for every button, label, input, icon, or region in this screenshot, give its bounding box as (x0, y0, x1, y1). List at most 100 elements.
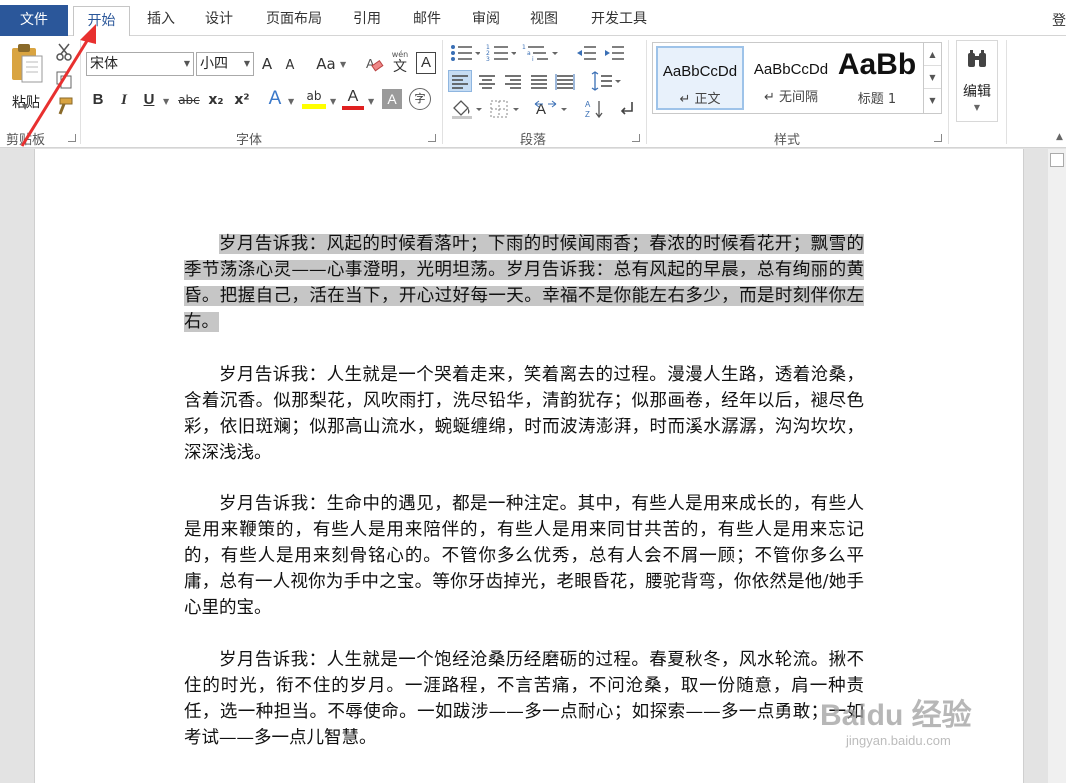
tab-home[interactable]: 开始 (73, 6, 130, 37)
group-label-clipboard: 剪贴板 (6, 133, 46, 148)
font-name-value: 宋体 (90, 56, 118, 72)
paragraph-2[interactable]: 岁月告诉我：人生就是一个哭着走来，笑着离去的过程。漫漫人生路，透着沧桑，含着沉香… (184, 362, 864, 466)
divider (646, 40, 647, 144)
style-heading-1[interactable]: AaBb 标题 1 (837, 46, 917, 110)
divider (442, 40, 443, 144)
tab-layout[interactable]: 页面布局 (256, 5, 332, 36)
numbering-icon[interactable]: 123 (486, 44, 516, 62)
font-size-select[interactable]: 小四 ▼ (196, 52, 254, 76)
gallery-down-icon[interactable]: ▼ (924, 66, 941, 89)
styles-launcher-icon[interactable] (934, 134, 942, 142)
divider (948, 40, 949, 144)
highlight-button[interactable]: ab (302, 88, 326, 112)
paragraph-4[interactable]: 岁月告诉我：人生就是一个饱经沧桑历经磨砺的过程。春夏秋冬，风水轮流。揪不住的时光… (184, 647, 864, 751)
group-label-font: 字体 (236, 133, 263, 148)
enclose-characters-char: 字 (414, 92, 426, 105)
clear-format-icon[interactable]: A (364, 54, 384, 74)
font-color-swatch (342, 106, 364, 110)
copy-icon[interactable] (54, 70, 74, 90)
chevron-down-icon: ▼ (288, 97, 295, 106)
shrink-font-button[interactable]: A (282, 55, 298, 77)
multilevel-list-icon[interactable]: 1ai (522, 44, 558, 62)
scroll-thumb[interactable] (1050, 153, 1064, 167)
gallery-up-icon[interactable]: ▲ (924, 43, 941, 66)
group-label-styles: 样式 (774, 133, 801, 148)
tab-mailings[interactable]: 邮件 (404, 5, 450, 36)
style-normal-name: ↵ 正文 (679, 92, 721, 107)
grow-font-button[interactable]: A (258, 53, 276, 75)
shading-icon[interactable] (450, 98, 484, 120)
increase-indent-icon[interactable] (604, 44, 626, 62)
paste-button[interactable]: 粘贴 ▼ (6, 42, 46, 114)
show-marks-icon[interactable] (616, 98, 636, 120)
phonetic-guide-top: wén (391, 50, 409, 59)
collapse-ribbon-icon[interactable]: ▲ (1056, 132, 1063, 142)
tab-references[interactable]: 引用 (344, 5, 390, 36)
style-heading-1-sample: AaBb (837, 48, 917, 81)
align-left-icon (452, 75, 468, 89)
style-no-spacing[interactable]: AaBbCcDd ↵ 无间隔 (747, 46, 835, 110)
style-normal[interactable]: AaBbCcDd ↵ 正文 (656, 46, 744, 110)
distributed-icon[interactable] (554, 71, 576, 91)
tab-review[interactable]: 审阅 (463, 5, 509, 36)
word-window: 文件 开始 插入 设计 页面布局 引用 邮件 审阅 视图 开发工具 登 粘贴 ▼ (0, 0, 1066, 783)
chevron-down-icon: ▼ (973, 103, 981, 112)
svg-text:3: 3 (486, 56, 490, 62)
justify-icon[interactable] (528, 71, 550, 91)
italic-button[interactable]: I (116, 89, 132, 111)
highlight-swatch (302, 104, 326, 109)
underline-button[interactable]: U (141, 89, 157, 111)
font-launcher-icon[interactable] (428, 134, 436, 142)
align-left-button[interactable] (448, 70, 472, 92)
character-border-char: A (420, 54, 431, 71)
login-link[interactable]: 登 (1052, 10, 1066, 30)
paragraph-3[interactable]: 岁月告诉我：生命中的遇见，都是一种注定。其中，有些人是用来成长的，有些人是用来鞭… (184, 491, 864, 621)
chinese-layout-icon[interactable]: A (534, 98, 570, 120)
subscript-button[interactable]: x₂ (206, 89, 226, 111)
change-case-button[interactable]: Aa (314, 53, 338, 75)
editing-button[interactable]: 编辑 ▼ (956, 40, 998, 122)
chevron-down-icon: ▼ (243, 59, 250, 68)
bullets-icon[interactable] (450, 44, 480, 62)
divider (80, 40, 81, 144)
font-color-button[interactable]: A (342, 88, 364, 112)
cut-icon[interactable] (54, 42, 74, 62)
phonetic-guide-button[interactable]: wén 文 (390, 50, 410, 76)
tab-insert[interactable]: 插入 (138, 5, 184, 36)
style-normal-sample: AaBbCcDd (662, 63, 738, 80)
align-center-icon[interactable] (476, 71, 498, 91)
watermark-url: jingyan.baidu.com (846, 733, 951, 748)
strikethrough-button[interactable]: abc (176, 89, 202, 111)
svg-text:Z: Z (585, 110, 590, 119)
text-effects-button[interactable]: A (266, 88, 284, 110)
selected-text: 岁月告诉我：风起的时候看落叶；下雨的时候闻雨香；春浓的时候看花开；飘雪的季节荡涤… (184, 234, 864, 332)
font-name-select[interactable]: 宋体 ▼ (86, 52, 194, 76)
enclose-characters-button[interactable]: 字 (409, 88, 431, 110)
tab-developer[interactable]: 开发工具 (582, 5, 656, 36)
line-spacing-icon[interactable] (588, 71, 622, 91)
ribbon-home: 粘贴 ▼ 剪贴板 宋体 ▼ 小四 ▼ A A Aa ▼ A wén 文 A B … (0, 36, 1066, 148)
paragraph-launcher-icon[interactable] (632, 134, 640, 142)
clipboard-launcher-icon[interactable] (68, 134, 76, 142)
style-no-spacing-sample: AaBbCcDd (753, 61, 829, 78)
tab-file[interactable]: 文件 (0, 5, 68, 36)
format-painter-icon[interactable] (54, 96, 74, 116)
character-shading-button[interactable]: A (382, 89, 402, 109)
tab-design[interactable]: 设计 (196, 5, 242, 36)
editing-label: 编辑 (963, 84, 991, 100)
style-heading-1-name: 标题 1 (857, 92, 897, 107)
vertical-scrollbar[interactable] (1048, 149, 1066, 783)
gallery-more-icon[interactable]: ▼ (924, 89, 941, 112)
tab-view[interactable]: 视图 (521, 5, 567, 36)
chevron-down-icon: ▼ (330, 97, 337, 106)
align-right-icon[interactable] (502, 71, 524, 91)
paragraph-1-selected[interactable]: 岁月告诉我：风起的时候看落叶；下雨的时候闻雨香；春浓的时候看花开；飘雪的季节荡涤… (184, 231, 864, 335)
borders-icon[interactable] (488, 98, 522, 120)
character-border-button[interactable]: A (416, 52, 436, 74)
superscript-button[interactable]: x² (232, 89, 252, 111)
bold-button[interactable]: B (90, 89, 106, 111)
chevron-down-icon: ▼ (22, 102, 29, 111)
decrease-indent-icon[interactable] (576, 44, 598, 62)
sort-icon[interactable]: AZ (584, 98, 606, 120)
ribbon-tab-bar: 文件 开始 插入 设计 页面布局 引用 邮件 审阅 视图 开发工具 登 (0, 0, 1066, 37)
